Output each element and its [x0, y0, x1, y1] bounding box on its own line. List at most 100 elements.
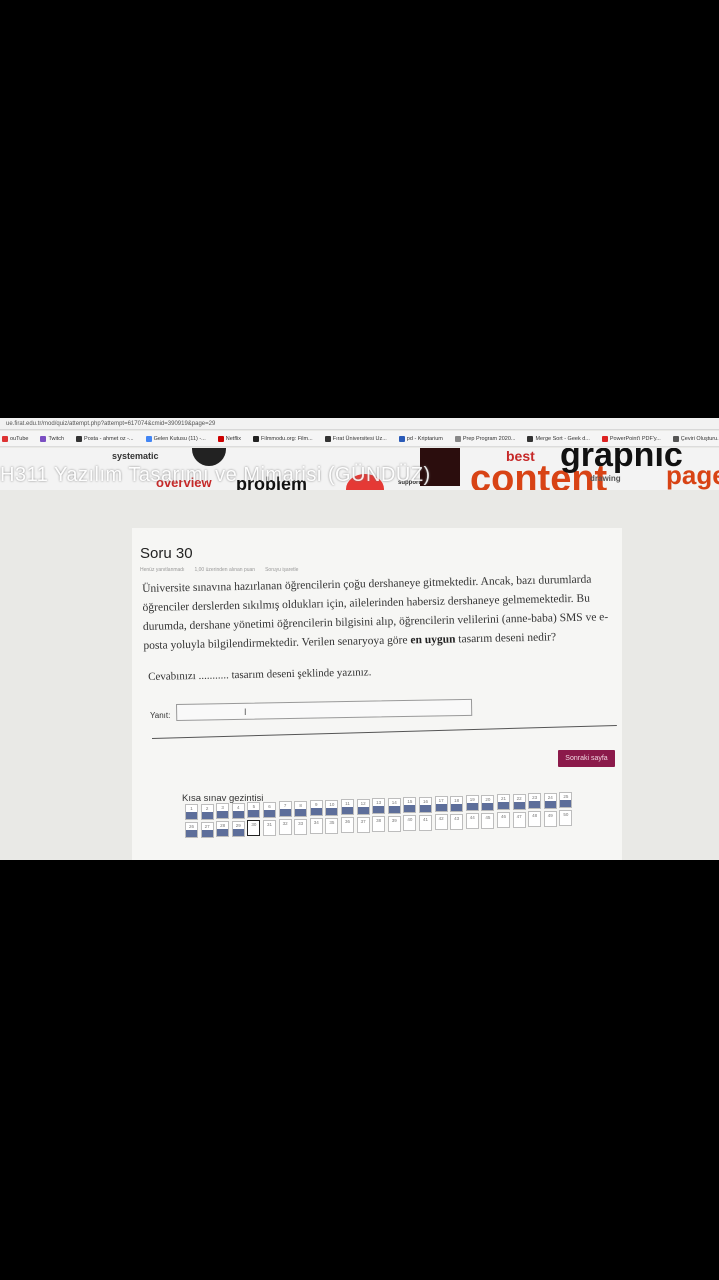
quiz-nav-button-11[interactable]: 11: [341, 799, 354, 815]
course-title[interactable]: H311 Yazılım Tasarımı ve Mimarisi (GÜNDÜ…: [0, 464, 431, 487]
question-text-part2: tasarım deseni nedir?: [458, 631, 557, 646]
quiz-nav-button-7[interactable]: 7: [278, 801, 292, 817]
quiz-nav-button-24[interactable]: 24: [543, 792, 557, 809]
question-grade: 1,00 üzerinden alınan puan: [194, 567, 256, 573]
quiz-nav-button-29[interactable]: 29: [231, 820, 245, 837]
quiz-nav-button-39[interactable]: 39: [387, 815, 401, 832]
quiz-nav-button-10[interactable]: 10: [325, 799, 339, 816]
grid-icon: [672, 435, 679, 442]
next-page-button[interactable]: Sonraki sayfa: [558, 750, 615, 767]
flag-question-link[interactable]: Soruyu işaretle: [265, 567, 298, 573]
quiz-nav-button-37[interactable]: 37: [356, 816, 370, 833]
quiz-nav-button-27[interactable]: 27: [200, 821, 214, 838]
quiz-nav-button-43[interactable]: 43: [450, 813, 464, 830]
bookmark-item[interactable]: ouTube: [2, 435, 34, 442]
quiz-nav-button-42[interactable]: 42: [434, 814, 448, 830]
quiz-nav-button-9[interactable]: 9: [309, 800, 323, 816]
youtube-icon: [2, 435, 8, 442]
bookmark-item[interactable]: Posta - ahmet oz -...: [76, 435, 140, 442]
university-icon: [324, 435, 331, 442]
quiz-nav-button-18[interactable]: 18: [450, 795, 464, 812]
bookmark-label: Netflix: [225, 435, 242, 442]
film-icon: [253, 435, 260, 442]
quiz-nav-button-45[interactable]: 45: [481, 812, 495, 829]
quiz-nav-button-36[interactable]: 36: [341, 817, 354, 833]
quiz-nav-button-17[interactable]: 17: [434, 796, 448, 812]
quiz-nav-button-44[interactable]: 44: [465, 813, 479, 829]
quiz-nav-button-20[interactable]: 20: [481, 794, 495, 811]
quiz-nav-button-1[interactable]: 1: [185, 804, 198, 820]
quiz-nav-button-47[interactable]: 47: [512, 811, 526, 828]
bookmark-label: Çeviri Oluşturu...: [680, 435, 719, 442]
quiz-nav-button-49[interactable]: 49: [543, 810, 557, 827]
quiz-nav-button-3[interactable]: 3: [216, 803, 230, 819]
quiz-nav-button-34[interactable]: 34: [309, 818, 323, 834]
quiz-nav-button-28[interactable]: 28: [216, 821, 230, 837]
netflix-icon: [217, 435, 224, 442]
bookmark-label: pd - Kriptarium: [406, 435, 443, 442]
bookmark-item[interactable]: Prep Program 2020...: [454, 435, 522, 442]
bookmark-item[interactable]: Netflix: [217, 435, 247, 442]
text-cursor-icon: I: [244, 707, 247, 717]
quiz-nav-button-32[interactable]: 32: [278, 819, 292, 835]
quiz-nav-button-22[interactable]: 22: [512, 793, 526, 810]
bookmark-item[interactable]: Twitch: [40, 435, 70, 442]
quiz-nav-button-12[interactable]: 12: [356, 798, 370, 815]
bookmark-item[interactable]: Gelen Kutusu (11) -...: [145, 435, 212, 442]
quiz-nav-button-48[interactable]: 48: [528, 811, 542, 827]
question-text: Üniversite sınavına hazırlanan öğrencile…: [142, 570, 621, 656]
question-status: Henüz yanıtlanmadı: [140, 567, 185, 573]
bookmark-item[interactable]: Çeviri Oluşturu...: [672, 435, 719, 442]
quiz-nav-button-4[interactable]: 4: [231, 802, 245, 819]
bookmark-item[interactable]: Merge Sort - Geek d...: [527, 435, 595, 442]
quiz-nav-button-38[interactable]: 38: [372, 816, 386, 832]
bookmark-item[interactable]: PowerPoint'i PDF'y...: [601, 435, 667, 442]
quiz-nav-button-6[interactable]: 6: [263, 801, 276, 818]
quiz-nav-button-33[interactable]: 33: [294, 818, 308, 835]
bookmark-label: PowerPoint'i PDF'y...: [609, 435, 661, 442]
bookmarks-bar: ouTube Twitch Posta - ahmet oz -... Gelen K…: [0, 431, 719, 447]
quiz-nav-button-23[interactable]: 23: [528, 793, 542, 809]
banner-word: graphic: [560, 448, 683, 474]
bookmark-label: Filmmodu.org: Film...: [261, 435, 313, 442]
quiz-nav-button-8[interactable]: 8: [294, 800, 308, 817]
quiz-nav-button-19[interactable]: 19: [465, 795, 479, 811]
banner-word: drawing: [590, 474, 621, 483]
w-icon: [398, 435, 405, 442]
quiz-nav-button-41[interactable]: 41: [419, 814, 432, 831]
quiz-nav-button-5[interactable]: 5: [247, 802, 261, 818]
quiz-nav-button-21[interactable]: 21: [497, 794, 510, 810]
question-card: Soru 30 Henüz yanıtlanmadı 1,00 üzerinde…: [132, 528, 622, 860]
pdf-icon: [601, 435, 608, 442]
question-text-bold: en uygun: [410, 633, 456, 647]
address-bar[interactable]: ue.firat.edu.tr/mod/quiz/attempt.php?att…: [0, 418, 719, 430]
quiz-nav-button-50[interactable]: 50: [559, 810, 573, 826]
bookmark-label: Twitch: [48, 435, 65, 442]
bookmark-label: Posta - ahmet oz -...: [84, 435, 134, 442]
quiz-nav-button-30[interactable]: 30: [247, 820, 261, 836]
url-text[interactable]: ue.firat.edu.tr/mod/quiz/attempt.php?att…: [6, 421, 215, 427]
monitor-screen: ue.firat.edu.tr/mod/quiz/attempt.php?att…: [0, 418, 719, 860]
banner-word: systematic: [112, 451, 159, 461]
quiz-nav-button-31[interactable]: 31: [263, 819, 276, 836]
quiz-nav-button-15[interactable]: 15: [403, 797, 417, 813]
course-banner: systematic overview problem best content…: [0, 448, 719, 490]
quiz-nav-button-46[interactable]: 46: [497, 812, 510, 828]
quiz-nav-button-13[interactable]: 13: [372, 798, 386, 814]
google-icon: [145, 435, 152, 442]
answer-label: Yanıt:: [150, 711, 171, 720]
quiz-nav-button-26[interactable]: 26: [185, 822, 198, 838]
quiz-nav-button-2[interactable]: 2: [200, 803, 214, 820]
quiz-nav-button-14[interactable]: 14: [387, 797, 401, 814]
quiz-nav-button-40[interactable]: 40: [403, 815, 417, 831]
quiz-nav-button-35[interactable]: 35: [325, 817, 339, 834]
bookmark-item[interactable]: pd - Kriptarium: [398, 435, 449, 442]
bookmark-label: ouTube: [10, 435, 29, 442]
banner-word: page: [666, 460, 719, 490]
quiz-nav-button-16[interactable]: 16: [419, 796, 432, 813]
bookmark-item[interactable]: Filmmodu.org: Film...: [253, 435, 319, 442]
bookmark-label: Merge Sort - Geek d...: [535, 435, 590, 442]
quiz-nav-button-25[interactable]: 25: [559, 792, 573, 808]
bookmark-label: Fırat Üniversitesi Uz...: [332, 435, 387, 442]
bookmark-item[interactable]: Fırat Üniversitesi Uz...: [324, 435, 393, 442]
